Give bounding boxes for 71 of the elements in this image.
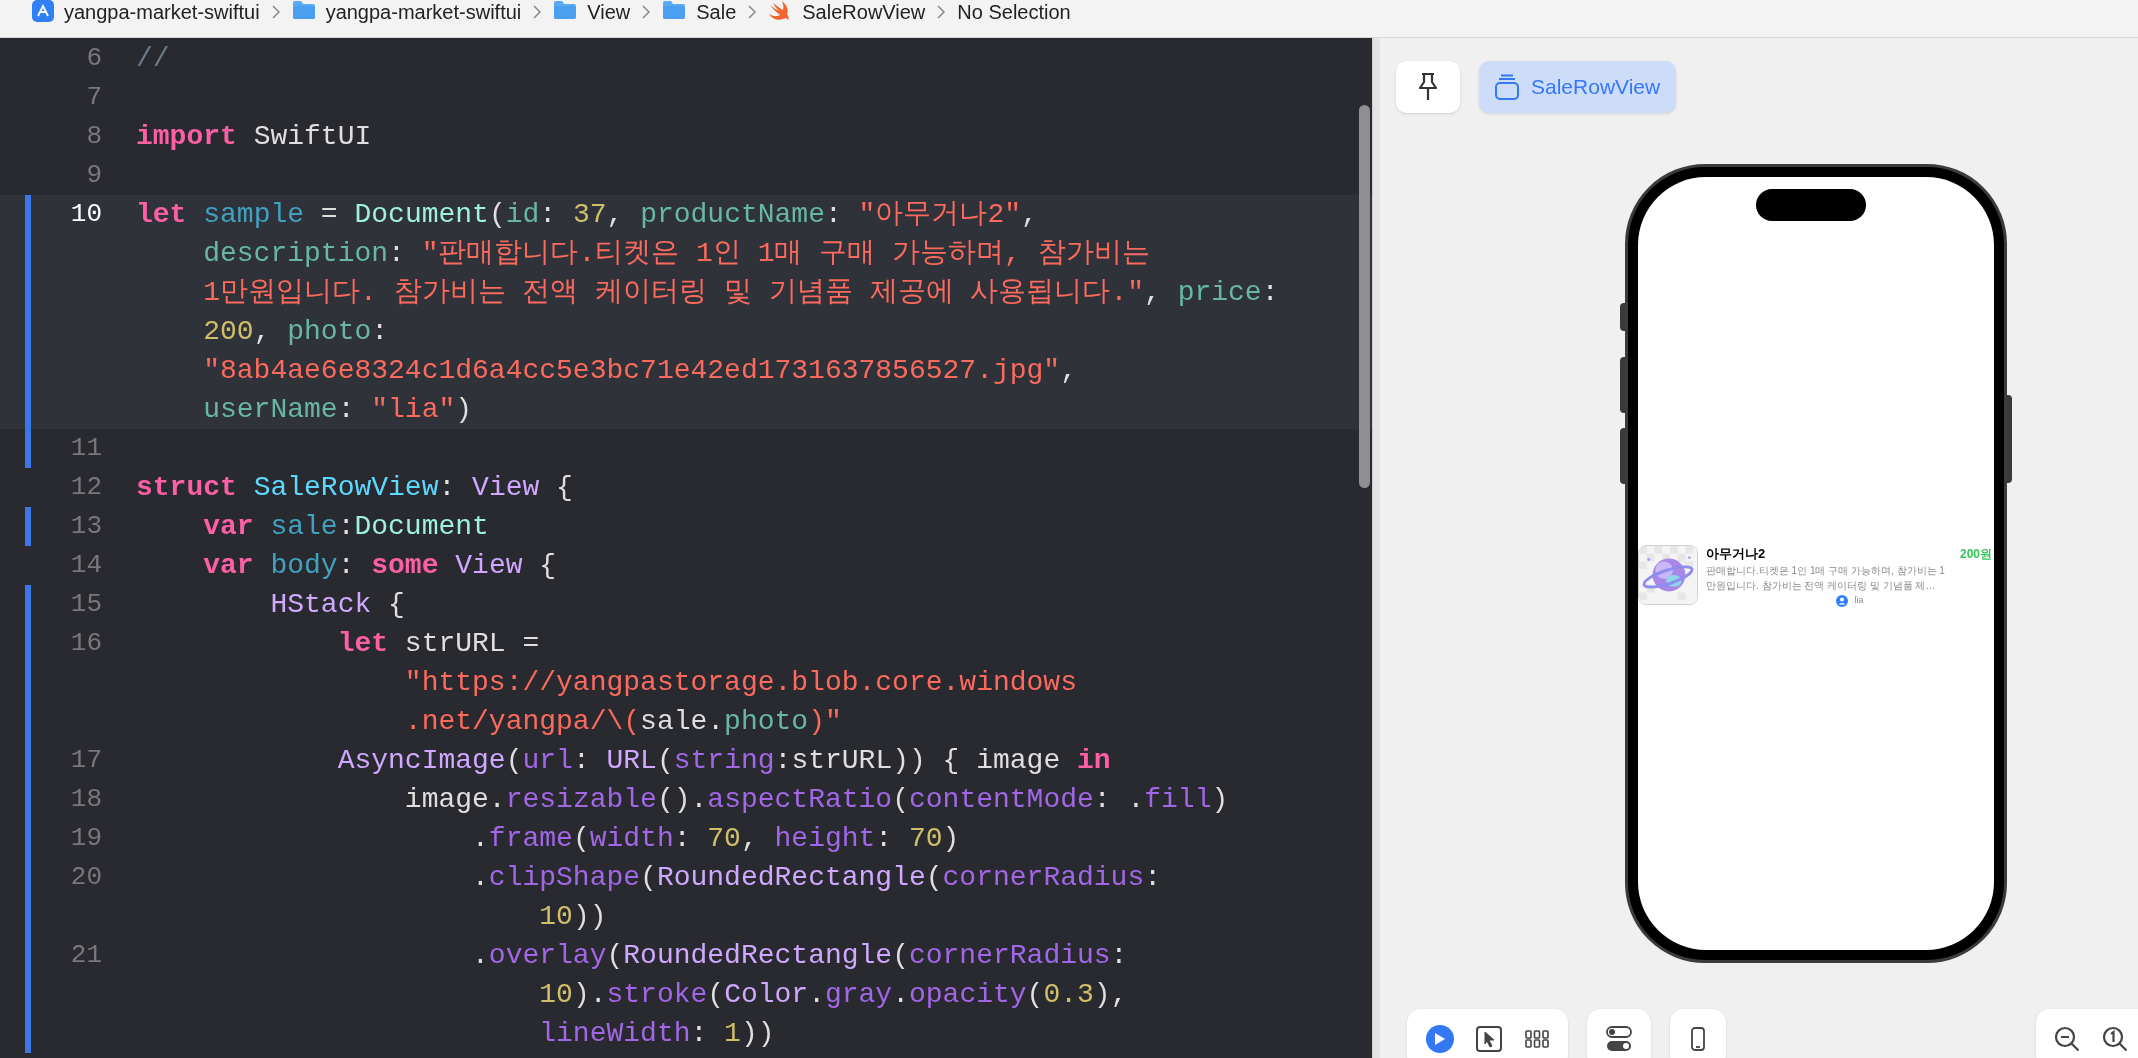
user-name: lia bbox=[1854, 594, 1864, 608]
line-number: 9 bbox=[86, 159, 102, 192]
code-line: 1만원입니다. 참가비는 전액 케이터링 및 기념품 제공에 사용됩니다.", price: bbox=[202, 276, 1279, 310]
line-number: 16 bbox=[70, 627, 102, 660]
live-button[interactable] bbox=[1426, 1025, 1455, 1053]
code-line: "https://yangpastorage.blob.core.windows bbox=[403, 666, 1077, 700]
code-line: .net/yangpa/\(sale.photo)" bbox=[403, 705, 843, 739]
code-line: // bbox=[136, 42, 170, 76]
pin-icon bbox=[1417, 72, 1439, 102]
line-number: 6 bbox=[86, 42, 102, 75]
line-number: 12 bbox=[70, 471, 102, 504]
breadcrumb-item[interactable]: No Selection bbox=[957, 0, 1071, 24]
breadcrumb-item[interactable]: SaleRowView bbox=[768, 0, 926, 24]
breadcrumb-item[interactable]: Sale bbox=[662, 0, 737, 24]
code-line: AsyncImage(url: URL(string:strURL)) { image in bbox=[336, 744, 1111, 778]
line-number: 19 bbox=[70, 822, 102, 855]
user-icon bbox=[1836, 595, 1849, 607]
scrollbar-thumb[interactable] bbox=[1359, 105, 1370, 488]
code-line: .clipShape(RoundedRectangle(cornerRadius: bbox=[471, 861, 1161, 895]
stack-icon bbox=[1495, 74, 1519, 100]
code-line: struct SaleRowView: View { bbox=[136, 471, 573, 505]
description-text: 만원입니다. 참가비는 전액 케이터링 및 기념품 제… bbox=[1706, 579, 1937, 594]
phone-icon[interactable] bbox=[1691, 1027, 1705, 1051]
pin-button[interactable] bbox=[1396, 61, 1460, 113]
line-number: 8 bbox=[86, 120, 102, 153]
price-label: 200원 bbox=[1959, 546, 1992, 564]
breadcrumb-item[interactable]: yangpa-market-swiftui bbox=[32, 0, 260, 24]
code-line: userName: "lia") bbox=[202, 393, 474, 427]
chevron-icon bbox=[937, 5, 946, 19]
code-line: 10).stroke(Color.gray.opacity(0.3), bbox=[538, 978, 1128, 1012]
play-icon bbox=[1434, 1032, 1447, 1046]
folder-icon bbox=[291, 0, 316, 20]
description-text: 판매합니다.티켓은 1인 1매 구매 가능하며, 참가비는 1 bbox=[1706, 564, 1946, 579]
chevron-icon bbox=[642, 5, 651, 19]
line-number: 20 bbox=[70, 861, 102, 894]
code-line: HStack { bbox=[269, 588, 405, 622]
code-line: var body: some View { bbox=[202, 549, 557, 583]
folder-icon bbox=[553, 0, 578, 20]
code-line: "8ab4ae6e8324c1d6a4cc5e3bc71e42ed1731637856527.jpg", bbox=[202, 354, 1078, 388]
line-number: 17 bbox=[70, 744, 102, 777]
chevron-icon bbox=[271, 5, 280, 19]
pointer-icon[interactable] bbox=[1476, 1026, 1503, 1052]
product-title: 아무거나2 bbox=[1706, 545, 1766, 564]
code-line: import SwiftUI bbox=[136, 120, 372, 154]
line-number: 10 bbox=[70, 198, 102, 231]
line-number: 11 bbox=[70, 432, 102, 465]
code-line: description: "판매합니다.티켓은 1인 1매 구매 가능하며, 참가비는 bbox=[202, 237, 1151, 271]
zoom-out-icon[interactable] bbox=[2054, 1026, 2080, 1052]
code-line: 200, photo: bbox=[202, 315, 390, 349]
breadcrumb-item[interactable]: yangpa-market-swiftui bbox=[291, 0, 522, 24]
toggle-icon[interactable] bbox=[1606, 1026, 1632, 1052]
code-line: 10)) bbox=[538, 900, 608, 934]
zoom-icon[interactable] bbox=[2102, 1026, 2128, 1052]
line-number: 21 bbox=[70, 939, 102, 972]
code-line: image.resizable().aspectRatio(contentMode: .fill) bbox=[403, 783, 1229, 817]
code-line: .overlay(RoundedRectangle(cornerRadius: bbox=[471, 939, 1128, 973]
line-number: 7 bbox=[86, 81, 102, 114]
chevron-icon bbox=[748, 5, 757, 19]
line-number: 14 bbox=[70, 549, 102, 582]
chevron-icon bbox=[533, 5, 542, 19]
line-number: 18 bbox=[70, 783, 102, 816]
code-line: lineWidth: 1)) bbox=[538, 1017, 776, 1051]
code-line: let sample = Document(id: 37, productName: "아무거나2", bbox=[136, 198, 1039, 232]
line-number: 15 bbox=[70, 588, 102, 621]
code-line: .frame(width: 70, height: 70) bbox=[471, 822, 960, 856]
code-line: var sale:Document bbox=[202, 510, 489, 544]
grid-icon[interactable] bbox=[1524, 1030, 1549, 1048]
folder-icon bbox=[662, 0, 687, 20]
line-number: 13 bbox=[70, 510, 102, 543]
breadcrumb-item[interactable]: View bbox=[553, 0, 631, 24]
code-line: let strURL = bbox=[336, 627, 541, 661]
